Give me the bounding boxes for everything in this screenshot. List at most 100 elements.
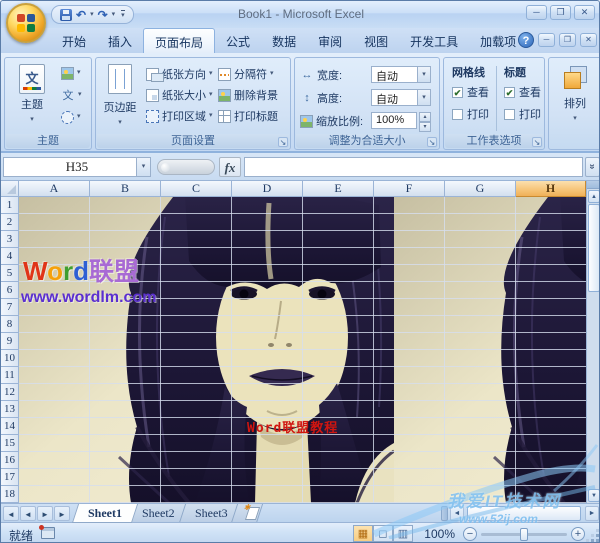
zoom-slider[interactable] [481,528,567,541]
select-all-corner[interactable] [1,181,19,197]
horizontal-scrollbar[interactable]: ◄ ► [441,506,599,521]
checkbox-checked-icon[interactable]: ✔ [504,86,515,98]
row-header[interactable]: 4 [1,248,19,265]
tab-insert[interactable]: 插入 [97,28,143,53]
row-header[interactable]: 8 [1,316,19,333]
page-setup-dialog-launcher-icon[interactable]: ↘ [278,137,288,147]
paper-size-button[interactable]: 纸张大小 ▾ [146,86,213,104]
horizontal-scroll-thumb[interactable] [467,506,581,521]
formula-input[interactable] [244,157,583,177]
column-header-selected[interactable]: H [516,181,586,197]
row-header[interactable]: 3 [1,231,19,248]
office-button[interactable] [6,3,46,43]
help-icon[interactable]: ? [518,32,534,48]
tab-home[interactable]: 开始 [51,28,97,53]
checkbox-unchecked-icon[interactable] [504,108,515,120]
scroll-down-icon[interactable]: ▼ [588,489,599,502]
name-box[interactable]: H35 ▾ [3,157,151,177]
theme-colors-button[interactable]: ▾ [61,64,81,82]
zoom-out-icon[interactable]: − [463,527,477,541]
column-header[interactable]: A [19,181,90,197]
gridlines-print-checkbox[interactable]: 打印 [452,106,489,122]
column-header[interactable]: D [232,181,303,197]
orientation-button[interactable]: 纸张方向 ▾ [146,65,213,83]
row-header[interactable]: 5 [1,265,19,282]
theme-effects-button[interactable]: ▾ [61,108,81,126]
insert-function-button[interactable]: fx [219,157,241,177]
arrange-button[interactable]: 排列 ▾ [553,61,597,123]
headings-view-checkbox[interactable]: ✔ 查看 [504,84,541,100]
view-page-layout-icon[interactable]: ◻ [373,525,393,542]
insert-worksheet-button[interactable] [231,504,264,523]
themes-button[interactable]: 文 主题 ▾ [10,61,54,124]
scale-dialog-launcher-icon[interactable]: ↘ [427,137,437,147]
zoom-level-label[interactable]: 100% [417,527,455,541]
checkbox-checked-icon[interactable]: ✔ [452,86,463,98]
row-header[interactable]: 6 [1,282,19,299]
print-titles-button[interactable]: 打印标题 [218,107,278,125]
vertical-scroll-thumb[interactable] [588,204,599,292]
breaks-button[interactable]: 分隔符 ▾ [218,65,274,83]
headings-print-checkbox[interactable]: 打印 [504,106,541,122]
row-header[interactable]: 10 [1,350,19,367]
minimize-button[interactable]: ─ [526,5,547,20]
tab-data[interactable]: 数据 [261,28,307,53]
zoom-in-icon[interactable]: + [571,527,585,541]
row-header[interactable]: 2 [1,214,19,231]
view-normal-icon[interactable]: ▦ [353,525,373,542]
restore-button[interactable]: ❐ [550,5,571,20]
checkbox-unchecked-icon[interactable] [452,108,463,120]
next-sheet-icon[interactable]: ► [37,506,53,521]
cells-area[interactable]: Word联盟教程 Word联盟 www.wordlm.com [19,197,586,503]
vertical-scrollbar[interactable]: ▲ ▼ [586,181,599,503]
tab-developer[interactable]: 开发工具 [399,28,469,53]
vertical-split-handle[interactable] [587,181,599,189]
gridlines-view-checkbox[interactable]: ✔ 查看 [452,84,489,100]
column-header[interactable]: E [303,181,374,197]
row-header[interactable]: 18 [1,486,19,503]
width-combobox[interactable]: 自动 ▾ [371,66,431,83]
tab-formulas[interactable]: 公式 [215,28,261,53]
sheet-tab-sheet1[interactable]: Sheet1 [71,504,139,523]
column-header[interactable]: B [90,181,161,197]
first-sheet-icon[interactable]: ◄ [3,506,19,521]
previous-sheet-icon[interactable]: ◄ [20,506,36,521]
tab-review[interactable]: 审阅 [307,28,353,53]
tab-page-layout[interactable]: 页面布局 [143,28,216,53]
row-header[interactable]: 11 [1,367,19,384]
tab-view[interactable]: 视图 [353,28,399,53]
row-header[interactable]: 17 [1,469,19,486]
row-header[interactable]: 13 [1,401,19,418]
resize-grip[interactable] [587,530,599,542]
row-header[interactable]: 12 [1,384,19,401]
scroll-up-icon[interactable]: ▲ [588,190,599,203]
scale-spinbox[interactable]: 100% [371,112,417,129]
view-page-break-icon[interactable]: ▥ [393,525,413,542]
row-header[interactable]: 1 [1,197,19,214]
scroll-left-icon[interactable]: ◄ [450,506,464,521]
delete-background-button[interactable]: 删除背景 [218,86,278,104]
scale-spinner[interactable]: ▴ ▾ [419,112,431,132]
column-header[interactable]: C [161,181,232,197]
height-dropdown-icon[interactable]: ▾ [417,90,430,105]
row-header[interactable]: 9 [1,333,19,350]
row-header[interactable]: 15 [1,435,19,452]
height-combobox[interactable]: 自动 ▾ [371,89,431,106]
macro-record-icon[interactable] [39,525,55,539]
width-dropdown-icon[interactable]: ▾ [417,67,430,82]
sheet-options-dialog-launcher-icon[interactable]: ↘ [532,137,542,147]
zoom-slider-thumb[interactable] [520,528,528,541]
theme-fonts-button[interactable]: 文 ▾ [61,86,82,104]
margins-button[interactable]: 页边距 ▾ [99,61,141,127]
name-box-dropdown-icon[interactable]: ▾ [136,158,150,176]
column-header[interactable]: G [445,181,516,197]
row-header[interactable]: 7 [1,299,19,316]
last-sheet-icon[interactable]: ► [54,506,70,521]
workbook-minimize-button[interactable]: ─ [538,33,555,47]
row-header[interactable]: 14 [1,418,19,435]
workbook-restore-button[interactable]: ❐ [559,33,576,47]
scroll-right-icon[interactable]: ► [585,506,599,521]
column-header[interactable]: F [374,181,445,197]
row-header[interactable]: 16 [1,452,19,469]
expand-formula-bar-button[interactable]: » [585,157,599,177]
